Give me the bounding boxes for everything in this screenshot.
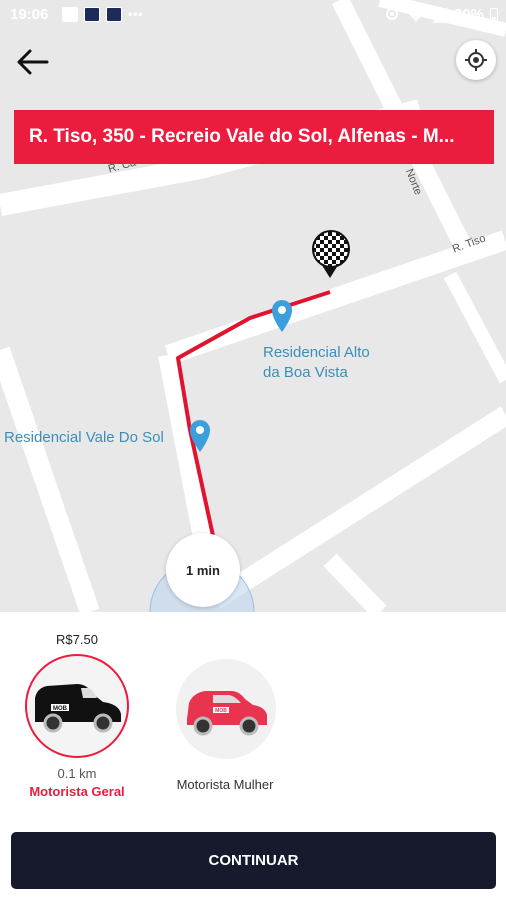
eta-bubble: 1 min [166,533,240,607]
poi-label-line: Residencial Alto [263,344,370,361]
locate-me-button[interactable] [456,40,496,80]
notification-icons: ••• [62,7,144,22]
continue-button[interactable]: CONTINUAR [11,832,496,889]
poi-label-line: da Boa Vista [263,364,348,381]
ride-option-motorista-mulher[interactable]: MOB [176,659,276,759]
back-button[interactable] [12,42,52,82]
map-canvas [0,0,506,612]
ride-option-name-mulher[interactable]: Motorista Mulher [160,777,290,792]
battery-percent: 20% [453,6,484,23]
ride-option-name-geral[interactable]: Motorista Geral [15,784,139,799]
status-right: 20% [384,6,498,23]
crosshair-icon [465,49,487,71]
status-bar: 19:06 ••• 20% [0,0,506,30]
poi-label-alto-boa-vista[interactable]: Residencial Alto da Boa Vista [263,343,370,383]
pink-car-icon: MOB [187,691,267,736]
ride-distance: 0.1 km [57,766,97,781]
destination-address-banner[interactable]: R. Tiso, 350 - Recreio Vale do Sol, Alfe… [14,110,494,164]
image-notification-icon [62,7,78,22]
status-time: 19:06 [10,6,49,23]
ride-price: R$7.50 [56,632,98,647]
car-logo-text: MOB [215,708,227,714]
location-status-icon [385,7,398,20]
signal-icon [431,6,448,23]
wifi-icon [405,6,426,22]
map-view[interactable]: R. Ca Norte R. Tiso Residencial Alto da … [0,0,506,612]
car-logo-text: MOB [53,706,68,712]
car-notification-icon [84,7,100,22]
ride-option-motorista-geral[interactable]: MOB [25,654,129,758]
battery-icon [490,8,498,22]
poi-label-vale-do-sol[interactable]: Residencial Vale Do Sol [4,428,164,448]
arrow-left-icon [17,49,49,75]
more-notifications-icon: ••• [128,7,144,21]
black-car-icon: MOB [35,684,121,733]
car-notification-icon [106,7,122,22]
